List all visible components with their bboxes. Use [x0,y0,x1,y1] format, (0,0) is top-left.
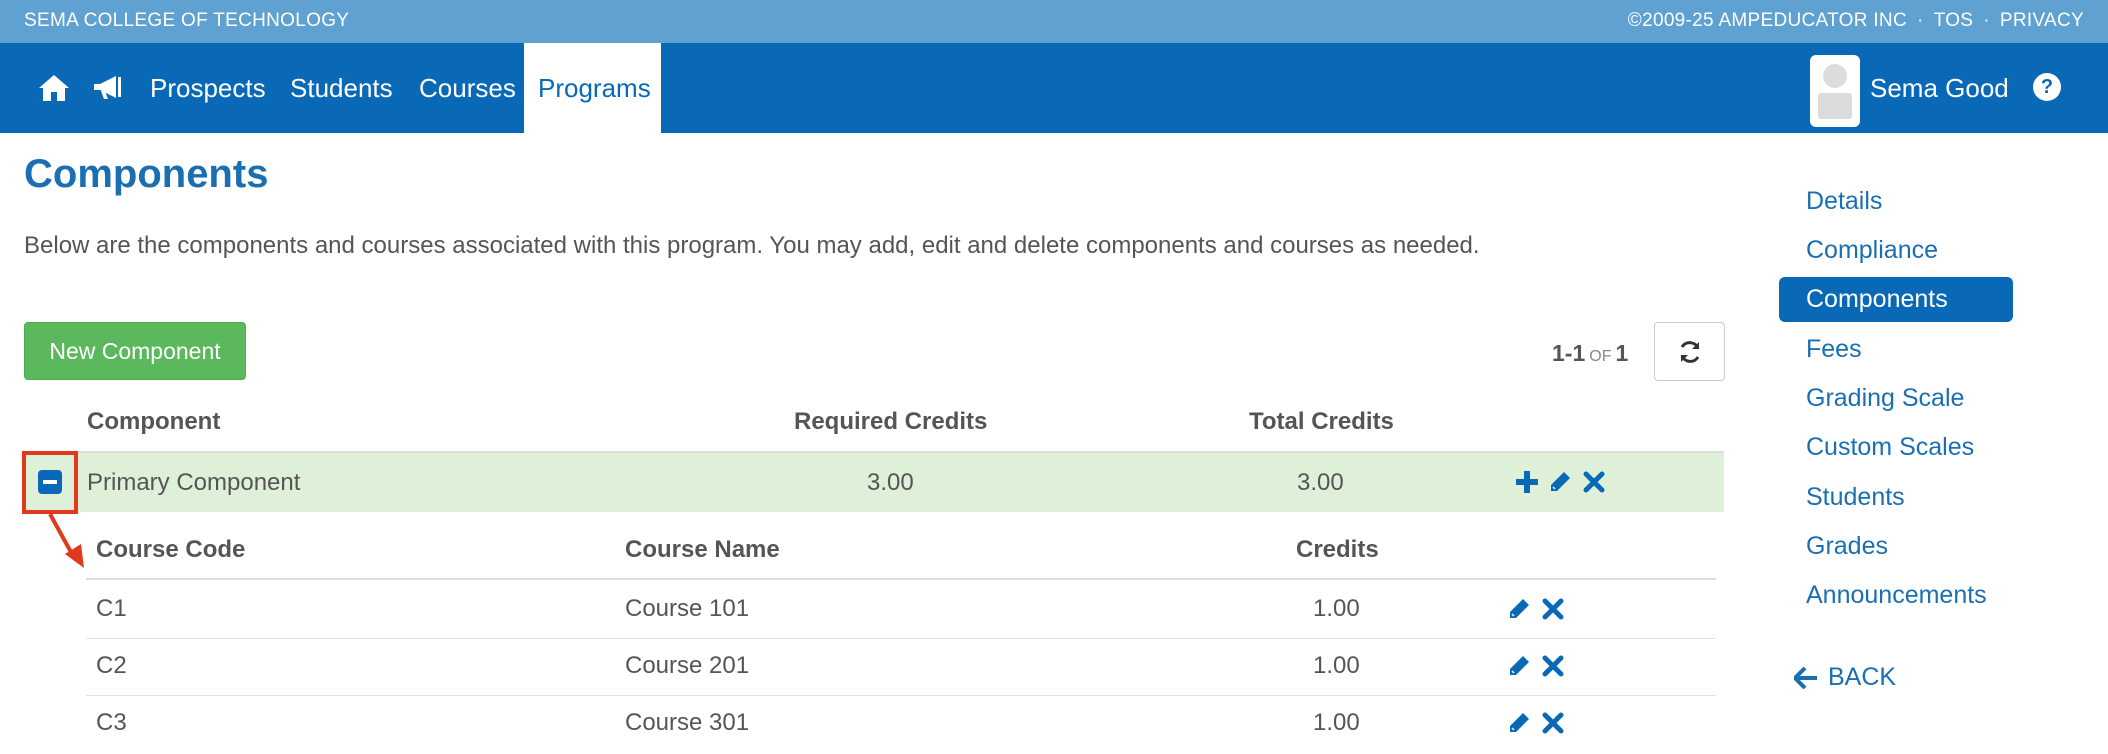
delete-component-icon[interactable] [1580,468,1608,496]
row-divider [86,695,1716,696]
nav-prospects[interactable]: Prospects [136,43,280,133]
delete-course-icon[interactable] [1539,595,1567,623]
course-credits: 1.00 [1313,652,1360,679]
avatar[interactable] [1810,55,1860,127]
sidebar-item-custom-scales[interactable]: Custom Scales [1806,433,1974,462]
course-code: C3 [96,709,127,736]
column-header-course-code: Course Code [96,536,246,563]
bullhorn-icon[interactable] [90,70,126,106]
top-bar: SEMA COLLEGE OF TECHNOLOGY ©2009-25 AMPE… [0,0,2108,43]
component-total-credits: 3.00 [1297,469,1344,496]
sidebar-item-grading-scale[interactable]: Grading Scale [1806,384,1964,413]
page-title: Components [24,152,269,196]
sidebar-item-announcements[interactable]: Announcements [1806,581,1987,610]
sidebar-item-components[interactable]: Components [1806,285,1948,314]
pager-range: 1-1 [1552,340,1586,366]
sidebar-item-students[interactable]: Students [1806,483,1905,512]
privacy-link[interactable]: PRIVACY [2000,10,2084,32]
copyright-text: ©2009-25 AMPEDUCATOR INC [1627,10,1907,31]
pager-of: OF [1589,348,1612,365]
course-name: Course 101 [625,595,750,622]
component-name: Primary Component [87,469,301,496]
back-link[interactable]: BACK [1794,663,1896,692]
home-icon[interactable] [36,70,72,106]
user-name[interactable]: Sema Good [1870,43,2009,133]
column-header-required-credits: Required Credits [794,408,988,435]
refresh-button[interactable] [1654,322,1725,381]
nav-courses[interactable]: Courses [405,43,530,133]
top-bar-links: ©2009-25 AMPEDUCATOR INC · TOS · PRIVACY [1628,10,2084,32]
delete-course-icon[interactable] [1539,652,1567,680]
course-credits: 1.00 [1313,709,1360,736]
annotation-arrow-icon [48,513,84,568]
main-navbar: Prospects Students Courses Programs Sema… [0,43,2108,133]
nav-students[interactable]: Students [276,43,407,133]
new-component-button[interactable]: New Component [24,322,246,380]
course-name: Course 201 [625,652,750,679]
course-name: Course 301 [625,709,750,736]
row-divider [86,638,1716,639]
sidebar-item-fees[interactable]: Fees [1806,335,1862,364]
pagination-info: 1-1 OF 1 [1552,340,1628,367]
sidebar-item-details[interactable]: Details [1806,187,1882,216]
column-header-total-credits: Total Credits [1249,408,1394,435]
edit-course-icon[interactable] [1505,595,1533,623]
delete-course-icon[interactable] [1539,709,1567,737]
tos-link[interactable]: TOS [1934,10,1974,32]
sidebar-item-compliance[interactable]: Compliance [1806,236,1938,265]
course-code: C1 [96,595,127,622]
separator: · [1983,10,1990,31]
page-intro: Below are the components and courses ass… [24,232,1480,259]
back-label: BACK [1828,663,1897,691]
course-code: C2 [96,652,127,679]
edit-course-icon[interactable] [1505,652,1533,680]
separator: · [1916,10,1924,31]
edit-component-icon[interactable] [1546,468,1574,496]
edit-course-icon[interactable] [1505,709,1533,737]
help-icon[interactable]: ? [2033,73,2061,101]
annotation-highlight-box [22,451,78,514]
course-credits: 1.00 [1313,595,1360,622]
component-required-credits: 3.00 [867,469,914,496]
refresh-icon [1680,340,1699,363]
sidebar-item-grades[interactable]: Grades [1806,532,1888,561]
nav-programs[interactable]: Programs [524,43,661,133]
pager-total: 1 [1615,340,1629,366]
column-header-course-name: Course Name [625,536,780,563]
organization-name: SEMA COLLEGE OF TECHNOLOGY [24,10,350,31]
arrow-left-icon [1794,666,1817,689]
column-header-credits: Credits [1296,536,1379,563]
add-course-icon[interactable] [1513,468,1541,496]
sub-header-divider [86,578,1716,580]
column-header-component: Component [87,408,221,435]
